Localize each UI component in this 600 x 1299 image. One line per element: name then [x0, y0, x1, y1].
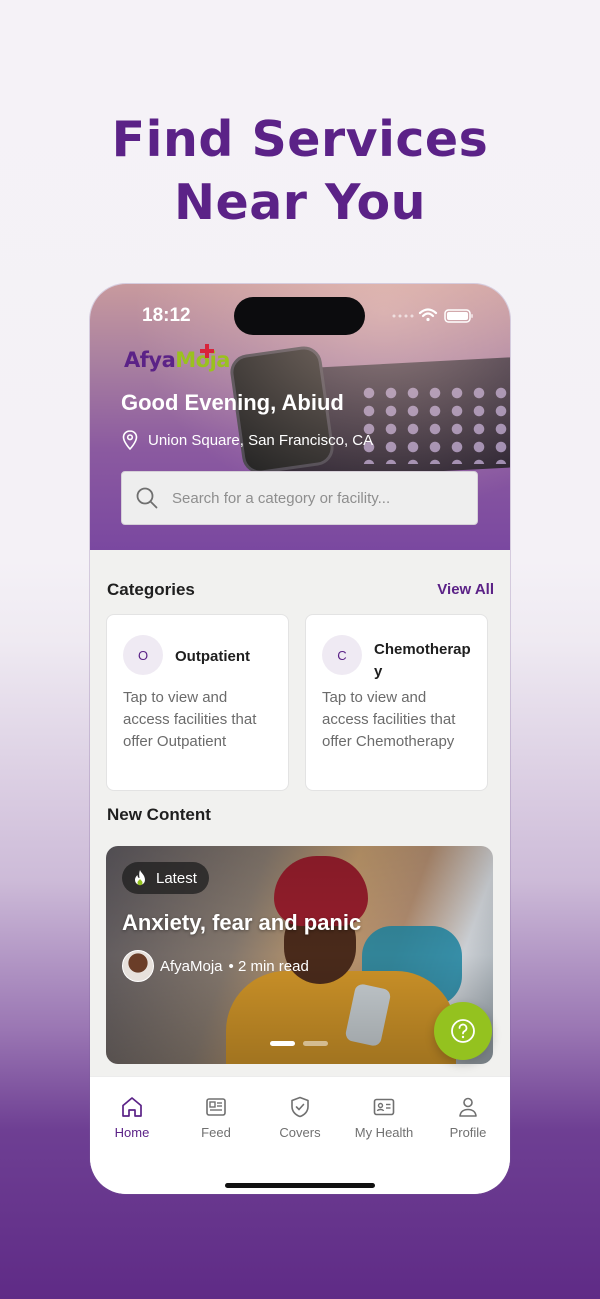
category-description: Tap to view and access facilities that o… [123, 689, 257, 750]
search-icon [136, 487, 158, 509]
tab-my-health[interactable]: My Health [342, 1095, 426, 1140]
content-author-row: AfyaMoja • 2 min read [122, 950, 309, 982]
greeting-text: Good Evening, Abiud [121, 390, 344, 415]
location-row[interactable]: Union Square, San Francisco, CA [122, 430, 373, 450]
help-question-icon [451, 1019, 475, 1043]
new-content-title: New Content [107, 805, 211, 824]
wifi-icon [418, 308, 438, 322]
author-avatar [122, 950, 154, 982]
flame-icon [135, 870, 145, 886]
feed-icon [206, 1098, 226, 1116]
tab-covers[interactable]: Covers [258, 1095, 342, 1140]
author-name: AfyaMoja [160, 957, 223, 975]
tab-profile[interactable]: Profile [426, 1095, 510, 1140]
status-time: 18:12 [142, 305, 191, 326]
tab-label: Feed [201, 1125, 231, 1140]
header-hero: 18:12 AfyaMoja Good Evening, Abiud Union… [90, 284, 510, 550]
search-bar[interactable] [121, 471, 478, 525]
bottom-tab-bar: Home Feed Covers My Health Profile [90, 1076, 510, 1194]
tab-label: Covers [279, 1125, 321, 1140]
tab-label: Home [114, 1125, 150, 1140]
category-name: Chemotherapy [374, 641, 471, 680]
tab-feed[interactable]: Feed [174, 1095, 258, 1140]
tab-home[interactable]: Home [90, 1095, 174, 1140]
carousel-dot-active[interactable] [270, 1041, 295, 1046]
dynamic-island [234, 297, 365, 335]
help-button[interactable] [434, 1002, 492, 1060]
content-title: Anxiety, fear and panic [122, 910, 362, 935]
phone-screen: 18:12 AfyaMoja Good Evening, Abiud Union… [90, 284, 510, 1194]
category-initial-icon: C [322, 635, 362, 675]
medical-cross-icon [200, 344, 214, 358]
location-pin-icon [122, 430, 138, 450]
carousel-indicator [270, 1041, 328, 1046]
marketing-headline: Find Services Near You [0, 108, 600, 234]
latest-badge: Latest [122, 862, 209, 894]
headline-line-1: Find Services [111, 111, 489, 168]
logo-part-1: Afya [124, 348, 176, 372]
home-indicator[interactable] [225, 1183, 375, 1188]
category-card-chemotherapy[interactable]: C Chemotherapy Tap to view and access fa… [305, 614, 488, 791]
shield-check-icon [291, 1096, 309, 1118]
person-icon [459, 1097, 477, 1117]
location-text: Union Square, San Francisco, CA [148, 431, 374, 449]
categories-title: Categories [107, 580, 195, 599]
home-icon [122, 1097, 142, 1117]
headline-line-2: Near You [173, 174, 427, 231]
tab-label: My Health [354, 1125, 414, 1140]
read-time: • 2 min read [228, 957, 309, 975]
badge-label: Latest [156, 869, 197, 887]
tab-label: Profile [449, 1125, 487, 1140]
category-description: Tap to view and access facilities that o… [322, 689, 456, 750]
carousel-dot[interactable] [303, 1041, 328, 1046]
afyamoja-logo: AfyaMoja [124, 348, 230, 372]
category-name: Outpatient [175, 648, 250, 665]
id-card-icon [373, 1098, 395, 1116]
view-all-link[interactable]: View All [437, 581, 494, 598]
category-card-outpatient[interactable]: O Outpatient Tap to view and access faci… [106, 614, 289, 791]
signal-icon [392, 314, 414, 318]
battery-icon [444, 309, 473, 323]
search-input[interactable] [172, 489, 462, 507]
category-initial-icon: O [123, 635, 163, 675]
status-icons [392, 308, 473, 323]
